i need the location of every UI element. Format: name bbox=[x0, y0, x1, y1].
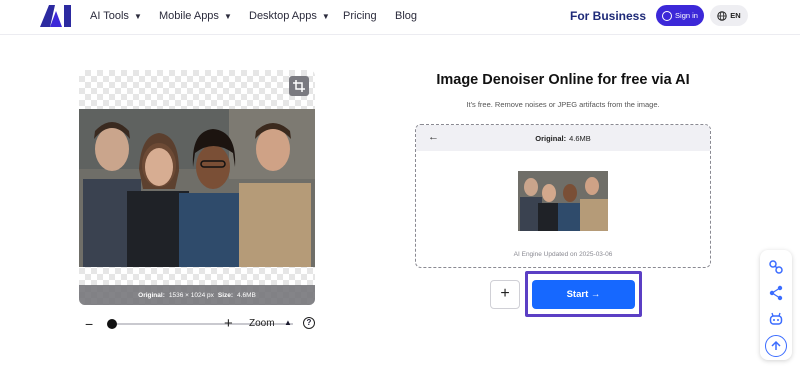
dropzone-header: ← Original: 4.6MB bbox=[416, 125, 710, 151]
caret-down-icon: ▼ bbox=[133, 11, 142, 21]
zoom-slider-thumb[interactable] bbox=[107, 319, 117, 329]
caret-down-icon: ▼ bbox=[321, 11, 330, 21]
globe-icon bbox=[717, 10, 727, 21]
link-icon[interactable] bbox=[767, 258, 785, 276]
zoom-label[interactable]: Zoom bbox=[249, 318, 275, 329]
arrow-up-icon[interactable] bbox=[765, 335, 787, 357]
nav-blog[interactable]: Blog bbox=[395, 0, 417, 32]
preview-photo bbox=[79, 109, 315, 267]
robot-icon[interactable] bbox=[767, 310, 785, 328]
nav-desktop-apps-label: Desktop Apps bbox=[249, 10, 317, 22]
top-navbar: AI Tools ▼ Mobile Apps ▼ Desktop Apps ▼ … bbox=[0, 0, 800, 35]
page-subtitle: It's free. Remove noises or JPEG artifac… bbox=[466, 100, 660, 109]
caret-down-icon: ▼ bbox=[223, 11, 232, 21]
zoom-out-button[interactable]: − bbox=[85, 314, 93, 334]
back-arrow-icon[interactable]: ← bbox=[428, 131, 439, 143]
nav-mobile-apps-label: Mobile Apps bbox=[159, 10, 219, 22]
for-business-link[interactable]: For Business bbox=[570, 0, 646, 32]
size-label: Size: bbox=[217, 291, 234, 299]
uploaded-thumbnail bbox=[518, 171, 608, 231]
upload-dropzone[interactable]: ← Original: 4.6MB AI Engine Updated on 2… bbox=[415, 124, 711, 268]
engine-update-note: AI Engine Updated on 2025-03-06 bbox=[513, 251, 613, 258]
zoom-controls: − + Zoom ▲ ? bbox=[85, 314, 325, 334]
nav-mobile-apps[interactable]: Mobile Apps ▼ bbox=[159, 0, 232, 32]
original-dims: 1536 × 1024 px bbox=[168, 291, 214, 299]
nav-pricing-label: Pricing bbox=[343, 10, 377, 22]
page-title: Image Denoiser Online for free via AI bbox=[436, 72, 690, 88]
help-icon[interactable]: ? bbox=[303, 317, 315, 329]
nav-ai-tools-label: AI Tools bbox=[90, 10, 129, 22]
language-selector[interactable]: EN bbox=[710, 5, 748, 26]
zoom-in-button[interactable]: + bbox=[224, 314, 233, 334]
image-info-bar: Original: 1536 × 1024 px Size: 4.6MB bbox=[79, 285, 315, 305]
dz-original-label: Original: bbox=[535, 133, 567, 143]
dz-original-size: 4.6MB bbox=[569, 133, 591, 143]
nav-pricing[interactable]: Pricing bbox=[343, 0, 377, 32]
caret-up-icon[interactable]: ▲ bbox=[284, 318, 292, 327]
floating-toolbar bbox=[760, 250, 792, 360]
nav-desktop-apps[interactable]: Desktop Apps ▼ bbox=[249, 0, 330, 32]
nav-ai-tools[interactable]: AI Tools ▼ bbox=[90, 0, 142, 32]
share-icon[interactable] bbox=[767, 284, 785, 302]
original-label: Original: bbox=[138, 291, 165, 299]
start-button[interactable]: Start → bbox=[532, 280, 635, 309]
add-image-button[interactable]: + bbox=[490, 280, 520, 309]
size-value: 4.6MB bbox=[237, 291, 256, 299]
logo-icon[interactable] bbox=[40, 5, 74, 27]
nav-blog-label: Blog bbox=[395, 10, 418, 22]
language-label: EN bbox=[730, 11, 741, 20]
signin-button[interactable]: Sign in bbox=[656, 5, 704, 26]
user-icon bbox=[662, 10, 673, 21]
signin-label: Sign in bbox=[675, 11, 698, 20]
crop-button[interactable] bbox=[289, 76, 309, 96]
image-preview: Original: 1536 × 1024 px Size: 4.6MB bbox=[79, 70, 315, 305]
crop-icon bbox=[293, 80, 305, 92]
